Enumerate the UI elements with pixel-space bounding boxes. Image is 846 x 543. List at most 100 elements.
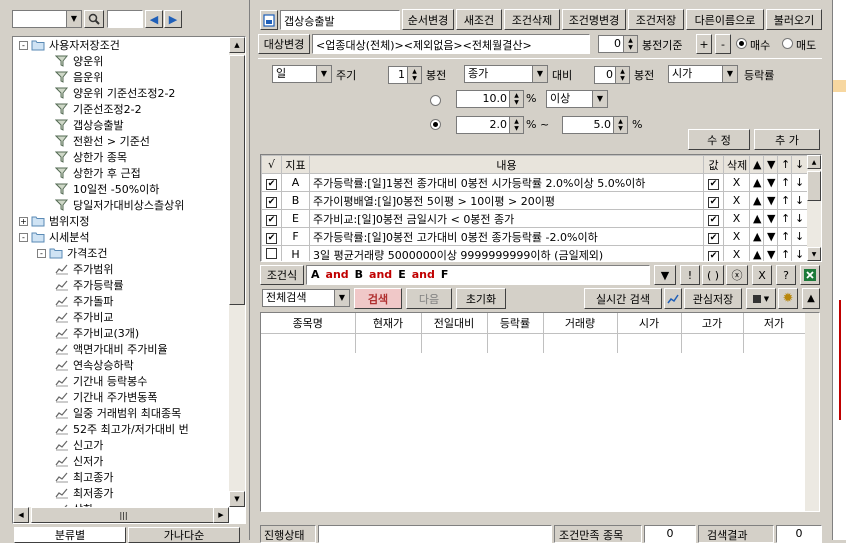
condition-row[interactable]: ✔ A 주가등락률:[일]1봉전 종가대비 0봉전 시가등락률 2.0%이상 5.0… [261,173,808,192]
modify-button[interactable]: 수 정 [688,129,750,150]
spinner-arrows-icon[interactable]: ▲ ▼ [509,117,523,133]
value-checkbox[interactable]: ✔ [708,196,719,208]
value-checkbox[interactable]: ✔ [708,214,719,226]
spinner-arrows-icon[interactable]: ▲ ▼ [613,117,627,133]
search-scope-combo[interactable]: 전체검색 ▼ [262,289,350,307]
realtime-search-button[interactable]: 실시간 검색 [584,288,662,309]
move-top-button[interactable]: ↑ [781,230,790,243]
tree-item[interactable]: 최저종가 [17,485,113,501]
move-down-button[interactable]: ▼ [767,194,775,207]
rename-condition-button[interactable]: 조건명변경 [562,9,626,30]
move-bottom-button[interactable]: ↓ [795,194,804,207]
result-col-header[interactable]: 시가 [617,313,682,334]
delete-row-button[interactable]: X [733,194,741,207]
spinner-arrows-icon[interactable]: ▲ ▼ [509,91,523,107]
save-condition-button[interactable]: 조건저장 [628,9,684,30]
tab-by-category[interactable]: 분류별 [14,527,126,543]
tree-item[interactable]: 기간내 등락봉수 [17,373,147,389]
tree-item[interactable]: 52주 최고가/저가대비 번 [17,421,189,437]
spinner-arrows-icon[interactable]: ▲ ▼ [615,67,629,83]
tree-item[interactable]: 전환선 > 기준선 [17,133,150,149]
spinner-arrows-icon[interactable]: ▲ ▼ [623,36,637,52]
tree-item[interactable]: - 가격조건 [17,245,107,261]
condition-row[interactable]: ✔ B 주가이평배열:[일]0봉전 5이평 > 10이평 > 20이평 ✔ X ▲ ▼ ↑ ↓ [261,191,808,210]
settings-button[interactable]: ✹ [778,288,798,309]
row-checkbox[interactable]: ✔ [266,178,277,190]
search-run-button[interactable]: 검색 [354,288,402,309]
range-from-spinner[interactable]: 2.0 ▲ ▼ [456,116,524,134]
condition-table[interactable]: √ 지표 내용 값 삭제 ▲ ▼ ↑ ↓ ✔ A 주가등락률:[일]1봉전 종가대비 0봉전 시가등… [260,154,822,262]
tree-item[interactable]: - 사용자저장조건 [17,37,120,53]
result-table[interactable]: 종목명 현재가 전일대비 등락률 거래량 시가 고가 저가 [260,312,820,512]
row-checkbox[interactable]: ✔ [266,232,277,244]
condition-row[interactable]: ✔ E 주가비교:[일]0봉전 금일시가 < 0봉전 종가 ✔ X ▲ ▼ ↑ ↓ [261,209,808,228]
scroll-down-button[interactable]: ▼ [807,247,821,261]
help-button[interactable]: ? [776,265,796,285]
tree-hscrollbar[interactable]: ◀ ||| ▶ [13,507,229,523]
result-col-header[interactable]: 현재가 [355,313,422,334]
reset-button[interactable]: 초기화 [456,288,506,309]
bars-ago-2-spinner[interactable]: 0 ▲ ▼ [594,66,630,84]
collapse-icon[interactable]: - [19,232,28,242]
change-target-button[interactable]: 대상변경 [258,34,310,54]
period-combo[interactable]: 일 ▼ [272,65,332,83]
scroll-thumb[interactable] [229,55,245,305]
tree-item[interactable]: 양운위 기준선조정2-2 [17,85,175,101]
tree-item[interactable]: 주가돌파 [17,293,113,309]
hscroll-thumb[interactable]: ||| [31,507,216,523]
move-bottom-button[interactable]: ↓ [795,230,804,243]
tree-item[interactable]: 주가범위 [17,261,113,277]
delete-row-button[interactable]: X [733,230,741,243]
tree-item[interactable]: 신고가 [17,437,103,453]
condition-tree[interactable]: - 사용자저장조건 양운위 음운위 양운위 기준선조정2-2 기준선조정2-2 갭상승출발 전… [12,36,246,524]
chevron-down-icon[interactable]: ▼ [316,66,331,82]
not-button[interactable]: ! [680,265,700,285]
tree-item[interactable]: 신저가 [17,453,103,469]
tab-alphabetical[interactable]: 가나다순 [128,527,240,543]
tree-item[interactable]: 주가비교(3개) [17,325,139,341]
scroll-right-button[interactable]: ▶ [213,507,229,523]
expand-icon[interactable]: + [19,216,28,226]
tree-item[interactable]: 상한가 후 근접 [17,165,141,181]
chevron-down-icon[interactable]: ▼ [592,91,607,107]
collapse-icon[interactable]: - [37,248,46,258]
tree-item[interactable]: 액면가대비 주가비율 [17,341,168,357]
delete-row-button[interactable]: X [733,248,741,261]
buy-radio[interactable] [736,38,747,49]
minus-button[interactable]: - [715,34,731,54]
option-range-radio[interactable] [430,119,441,130]
save-icon-button[interactable] [260,10,278,30]
row-checkbox[interactable] [266,247,277,259]
result-col-header[interactable]: 고가 [681,313,744,334]
above-value-spinner[interactable]: 10.0 ▲ ▼ [456,90,524,108]
tree-item[interactable]: - 시세분석 [17,229,89,245]
tree-item[interactable]: 최고종가 [17,469,113,485]
result-col-header[interactable]: 저가 [743,313,806,334]
chevron-down-icon[interactable]: ▼ [722,66,737,82]
formula-field[interactable]: Aand Band Eand F [306,265,650,285]
prev-button[interactable]: ◀ [145,10,163,28]
row-checkbox[interactable]: ✔ [266,196,277,208]
tree-item[interactable]: 주가비교 [17,309,113,325]
clear-formula-button[interactable]: X [752,265,772,285]
move-top-button[interactable]: ↑ [781,194,790,207]
tree-item[interactable]: 음운위 [17,69,103,85]
move-top-button[interactable]: ↑ [781,176,790,189]
delete-condition-button[interactable]: 조건삭제 [504,9,560,30]
move-up-button[interactable]: ▲ [753,176,761,189]
range-to-spinner[interactable]: 5.0 ▲ ▼ [562,116,628,134]
move-bottom-button[interactable]: ↓ [795,212,804,225]
scroll-down-button[interactable]: ▼ [229,491,245,507]
formula-dropdown-button[interactable]: ▼ [654,265,676,285]
watch-save-button[interactable]: 관심저장 [684,288,742,309]
tree-item[interactable]: 일중 거래범위 최대종목 [17,405,181,421]
move-bottom-button[interactable]: ↓ [795,176,804,189]
tree-item[interactable]: 당일저가대비상스츨상위 [17,197,184,213]
move-up-button[interactable]: ▲ [753,248,761,261]
xor-button[interactable]: ⓧ [726,265,748,285]
move-up-button[interactable]: ▲ [753,230,761,243]
condition-row[interactable]: ✔ F 주가등락률:[일]0봉전 고가대비 0봉전 종가등락률 -2.0%이하 ✔ X ▲… [261,227,808,246]
chevron-down-icon[interactable]: ▼ [334,290,349,306]
chart-link-button[interactable] [664,288,682,309]
tree-item[interactable]: 10일전 -50%이하 [17,181,159,197]
